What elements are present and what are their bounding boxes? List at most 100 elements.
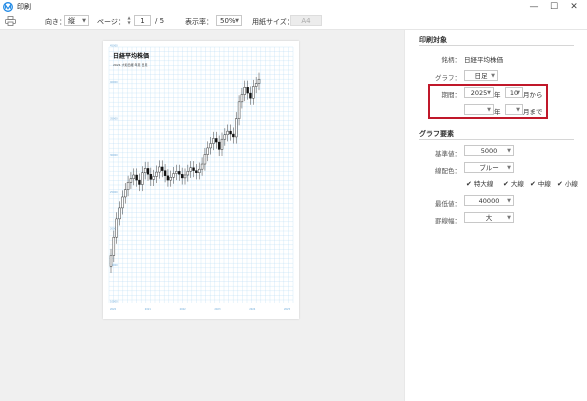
candle-body: [252, 86, 255, 99]
graph-type-value: 日足: [474, 72, 488, 80]
max-value-label: 最低値：: [435, 200, 461, 208]
stock-label: 銘柄：: [441, 56, 462, 64]
chevron-down-icon: ▼: [507, 148, 511, 154]
candle-body: [180, 174, 184, 179]
candle-body: [249, 92, 252, 99]
chevron-down-icon[interactable]: ▼: [125, 20, 133, 25]
preview-page: 45000 40000 35000 30000 25000 20000 15000 10000…: [103, 41, 299, 319]
checkbox-thin[interactable]: ✔ 小線: [557, 178, 578, 188]
x-tick-label: 2020: [110, 308, 117, 311]
candle-body: [195, 170, 198, 174]
chart-title: 日経平均株価: [113, 52, 149, 60]
candle-body: [220, 138, 224, 150]
max-value: 40000: [478, 197, 500, 205]
maximize-button[interactable]: ☐: [547, 1, 561, 13]
candle-body: [115, 218, 118, 238]
candle-body: [152, 176, 155, 180]
checkbox-extra-thick[interactable]: ✔ 特大線: [466, 178, 493, 188]
line-color-value: ブルー: [479, 164, 499, 172]
close-button[interactable]: ✕: [567, 1, 581, 13]
candle-body: [215, 138, 218, 143]
printer-icon[interactable]: [5, 16, 16, 26]
zoom-label: 表示率：: [185, 18, 213, 26]
zoom-select[interactable]: 50% ▼: [216, 15, 242, 26]
page-label: ページ：: [97, 18, 125, 26]
candle-body: [143, 168, 147, 174]
candle-body: [141, 172, 144, 185]
candle-body: [178, 171, 181, 175]
base-value: 5000: [480, 147, 498, 155]
checkbox-thick-label: 大線: [510, 180, 524, 188]
candle-body: [240, 94, 244, 103]
candle-body: [172, 173, 175, 178]
checkbox-extra-thick-label: 特大線: [473, 180, 494, 188]
orientation-value: 縦: [68, 17, 75, 25]
line-color-label: 線配色：: [435, 167, 461, 175]
candle-body: [206, 147, 209, 155]
x-tick-label: 2021: [145, 308, 152, 311]
chevron-down-icon: ▼: [507, 215, 511, 221]
section-divider: [419, 139, 574, 140]
paper-size-select[interactable]: A4: [290, 15, 322, 26]
candle-body: [124, 189, 127, 198]
checkbox-thin-label: 小線: [564, 180, 578, 188]
candle-body: [121, 196, 124, 209]
section-divider: [419, 45, 574, 46]
print-preview-area[interactable]: 45000 40000 35000 30000 25000 20000 15000 10000…: [0, 30, 404, 401]
candle-body: [118, 207, 121, 220]
orientation-select[interactable]: 縦 ▼: [64, 15, 89, 26]
check-icon: ✔: [557, 180, 563, 188]
candle-body: [138, 179, 141, 185]
title-bar: 印刷 — ☐ ✕: [0, 0, 587, 14]
candle-body: [226, 130, 229, 135]
page-current: 1: [140, 17, 145, 25]
chevron-down-icon: ▼: [491, 73, 495, 79]
check-icon: ✔: [530, 180, 536, 188]
candlestick-series: [109, 72, 261, 274]
chevron-down-icon: ▼: [507, 165, 511, 171]
scale-select[interactable]: 大 ▼: [464, 212, 514, 223]
candle-body: [198, 168, 201, 174]
candle-body: [243, 87, 246, 95]
candle-body: [161, 166, 164, 171]
candle-body: [155, 171, 158, 177]
paper-size-label: 用紙サイズ：: [252, 18, 294, 26]
y-tick-label: 25000: [110, 191, 118, 194]
base-value-select[interactable]: 5000 ▼: [464, 145, 514, 156]
period-highlight-box: [428, 84, 548, 119]
scale-value: 大: [485, 214, 493, 222]
chart-subtitle: 2021 大和日経 年足 日足: [113, 62, 148, 67]
candle-body: [237, 101, 241, 119]
candle-body: [112, 236, 116, 256]
scale-label: 罫線幅：: [435, 217, 461, 225]
candle-body: [163, 170, 167, 176]
graph-label: グラフ：: [435, 74, 461, 82]
candle-body: [235, 118, 238, 138]
candle-body: [169, 176, 172, 181]
candle-body: [189, 167, 192, 172]
candle-body: [229, 130, 232, 135]
page-number-input[interactable]: 1: [134, 15, 151, 26]
check-icon: ✔: [466, 180, 472, 188]
candle-body: [200, 163, 204, 170]
app-logo-icon: [3, 2, 13, 12]
max-value-select[interactable]: 40000 ▼: [464, 195, 514, 206]
x-tick-label: 2023: [214, 308, 221, 311]
candle-body: [186, 171, 190, 176]
graph-type-select[interactable]: 日足 ▼: [464, 70, 498, 81]
checkbox-medium[interactable]: ✔ 中線: [530, 178, 551, 188]
candle-body: [246, 87, 249, 94]
page-total: / 5: [155, 17, 165, 25]
print-target-title: 印刷対象: [419, 36, 447, 44]
check-icon: ✔: [503, 180, 509, 188]
candle-body: [203, 154, 207, 165]
candle-body: [192, 167, 195, 171]
orientation-label: 向き：: [45, 18, 66, 26]
minimize-button[interactable]: —: [527, 1, 541, 13]
checkbox-thick[interactable]: ✔ 大線: [503, 178, 524, 188]
checkbox-medium-label: 中線: [537, 180, 551, 188]
y-tick-label: 35000: [110, 118, 118, 121]
page-stepper[interactable]: ▲ ▼: [125, 15, 133, 26]
line-color-select[interactable]: ブルー ▼: [464, 162, 514, 173]
candle-body: [217, 141, 221, 150]
